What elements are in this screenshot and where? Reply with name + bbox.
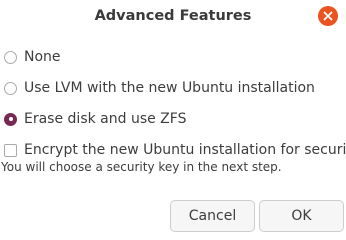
option-none[interactable]: None bbox=[4, 46, 61, 68]
option-none-label: None bbox=[24, 49, 61, 65]
option-zfs[interactable]: Erase disk and use ZFS bbox=[4, 108, 186, 130]
advanced-features-dialog: Advanced Features None Use LVM with the … bbox=[0, 0, 346, 236]
option-lvm-label: Use LVM with the new Ubuntu installation bbox=[24, 80, 315, 96]
radio-none[interactable] bbox=[4, 50, 17, 64]
ok-button[interactable]: OK bbox=[259, 200, 344, 232]
cancel-button[interactable]: Cancel bbox=[170, 200, 255, 232]
dialog-titlebar: Advanced Features bbox=[0, 0, 346, 34]
dialog-title: Advanced Features bbox=[94, 8, 252, 24]
radio-lvm[interactable] bbox=[4, 81, 17, 95]
close-icon bbox=[323, 11, 333, 21]
option-lvm[interactable]: Use LVM with the new Ubuntu installation bbox=[4, 77, 315, 99]
encrypt-label: Encrypt the new Ubuntu installation for … bbox=[24, 142, 346, 158]
encrypt-checkbox[interactable] bbox=[4, 143, 17, 157]
radio-zfs[interactable] bbox=[4, 112, 17, 126]
encrypt-hint: You will choose a security key in the ne… bbox=[1, 160, 282, 174]
close-button[interactable] bbox=[318, 6, 338, 26]
option-zfs-label: Erase disk and use ZFS bbox=[24, 111, 187, 127]
encrypt-option[interactable]: Encrypt the new Ubuntu installation for … bbox=[4, 139, 346, 161]
